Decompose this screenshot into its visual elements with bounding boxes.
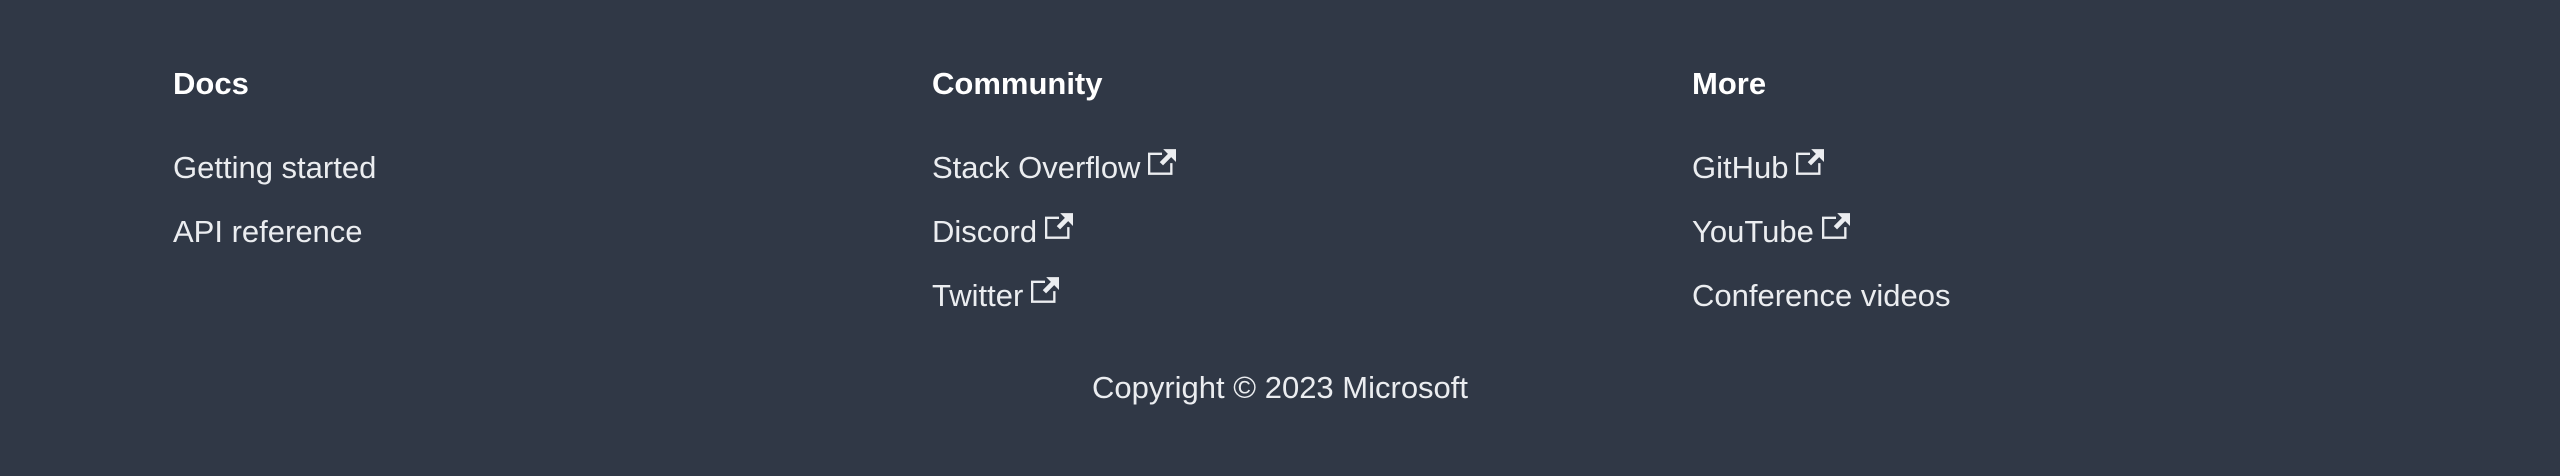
footer-column-title: Docs xyxy=(173,66,249,101)
footer-link-label: Getting started xyxy=(173,150,377,185)
footer-link-label: YouTube xyxy=(1692,214,1814,249)
footer-link-label: GitHub xyxy=(1692,150,1789,185)
footer-column-more: More GitHub YouTube Conference videos xyxy=(1692,62,1951,338)
footer-link-label: Twitter xyxy=(932,278,1024,313)
footer-link-label: Stack Overflow xyxy=(932,150,1141,185)
copyright-text: Copyright © 2023 Microsoft xyxy=(1091,370,1469,405)
footer-link-label: API reference xyxy=(173,214,363,249)
footer-link-twitter[interactable]: Twitter xyxy=(932,274,1176,318)
footer-link-label: Discord xyxy=(932,214,1038,249)
external-link-icon xyxy=(1148,149,1177,175)
external-link-icon xyxy=(1045,213,1074,239)
footer-link-getting-started[interactable]: Getting started xyxy=(173,146,376,190)
footer-column-community: Community Stack Overflow Discord Twitter xyxy=(932,62,1177,338)
external-link-icon xyxy=(1821,213,1850,239)
footer-column-title: More xyxy=(1692,66,1767,101)
external-link-icon xyxy=(1796,149,1825,175)
footer-link-label: Conference videos xyxy=(1692,278,1951,313)
footer-link-github[interactable]: GitHub xyxy=(1692,146,1951,190)
external-link-icon xyxy=(1031,277,1060,303)
footer-column-title: Community xyxy=(932,66,1103,101)
footer-link-youtube[interactable]: YouTube xyxy=(1692,210,1951,254)
footer-link-conference-videos[interactable]: Conference videos xyxy=(1692,274,1951,318)
footer-link-api-reference[interactable]: API reference xyxy=(173,210,376,254)
footer-column-docs: Docs Getting started API reference xyxy=(173,62,376,274)
site-footer: Docs Getting started API reference Commu… xyxy=(0,0,2560,476)
footer-link-stack-overflow[interactable]: Stack Overflow xyxy=(932,146,1177,190)
footer-link-discord[interactable]: Discord xyxy=(932,210,1176,254)
